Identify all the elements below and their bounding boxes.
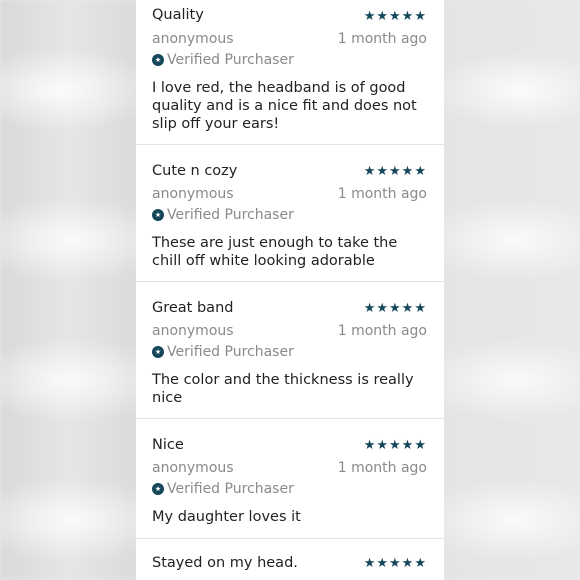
verified-label: Verified Purchaser bbox=[167, 344, 294, 360]
verified-badge-icon: ★ bbox=[152, 209, 164, 221]
review-card: Quality ★★★★★ anonymous 1 month ago ★ Ve… bbox=[136, 0, 444, 145]
verified-purchaser-badge: ★ Verified Purchaser bbox=[152, 481, 294, 497]
review-card: Great band ★★★★★ anonymous 1 month ago ★… bbox=[136, 282, 444, 419]
review-author: anonymous bbox=[152, 186, 234, 202]
review-body: I love red, the headband is of good qual… bbox=[152, 80, 417, 132]
star-rating: ★★★★★ bbox=[363, 301, 427, 316]
verified-purchaser-badge: ★ Verified Purchaser bbox=[152, 344, 294, 360]
star-rating: ★★★★★ bbox=[363, 556, 427, 571]
review-body: My daughter loves it bbox=[152, 509, 301, 525]
review-card: Nice ★★★★★ anonymous 1 month ago ★ Verif… bbox=[136, 419, 444, 539]
review-body: The color and the thickness is really ni… bbox=[152, 372, 414, 406]
review-card: Stayed on my head. ★★★★★ bbox=[136, 539, 444, 580]
review-card: Cute n cozy ★★★★★ anonymous 1 month ago … bbox=[136, 145, 444, 282]
verified-badge-icon: ★ bbox=[152, 346, 164, 358]
review-date: 1 month ago bbox=[337, 460, 427, 476]
review-date: 1 month ago bbox=[337, 31, 427, 47]
review-title: Cute n cozy bbox=[152, 163, 238, 179]
verified-label: Verified Purchaser bbox=[167, 207, 294, 223]
review-body: These are just enough to take the chill … bbox=[152, 235, 398, 269]
review-author: anonymous bbox=[152, 460, 234, 476]
review-date: 1 month ago bbox=[337, 186, 427, 202]
reviews-list: Quality ★★★★★ anonymous 1 month ago ★ Ve… bbox=[136, 0, 444, 580]
review-author: anonymous bbox=[152, 323, 234, 339]
review-title: Quality bbox=[152, 7, 204, 23]
verified-badge-icon: ★ bbox=[152, 54, 164, 66]
verified-label: Verified Purchaser bbox=[167, 481, 294, 497]
review-title: Nice bbox=[152, 437, 184, 453]
review-date: 1 month ago bbox=[337, 323, 427, 339]
verified-label: Verified Purchaser bbox=[167, 52, 294, 68]
verified-purchaser-badge: ★ Verified Purchaser bbox=[152, 207, 294, 223]
review-title: Great band bbox=[152, 300, 234, 316]
verified-purchaser-badge: ★ Verified Purchaser bbox=[152, 52, 294, 68]
verified-badge-icon: ★ bbox=[152, 483, 164, 495]
star-rating: ★★★★★ bbox=[363, 164, 427, 179]
star-rating: ★★★★★ bbox=[363, 9, 427, 24]
review-title: Stayed on my head. bbox=[152, 555, 298, 571]
review-author: anonymous bbox=[152, 31, 234, 47]
star-rating: ★★★★★ bbox=[363, 438, 427, 453]
